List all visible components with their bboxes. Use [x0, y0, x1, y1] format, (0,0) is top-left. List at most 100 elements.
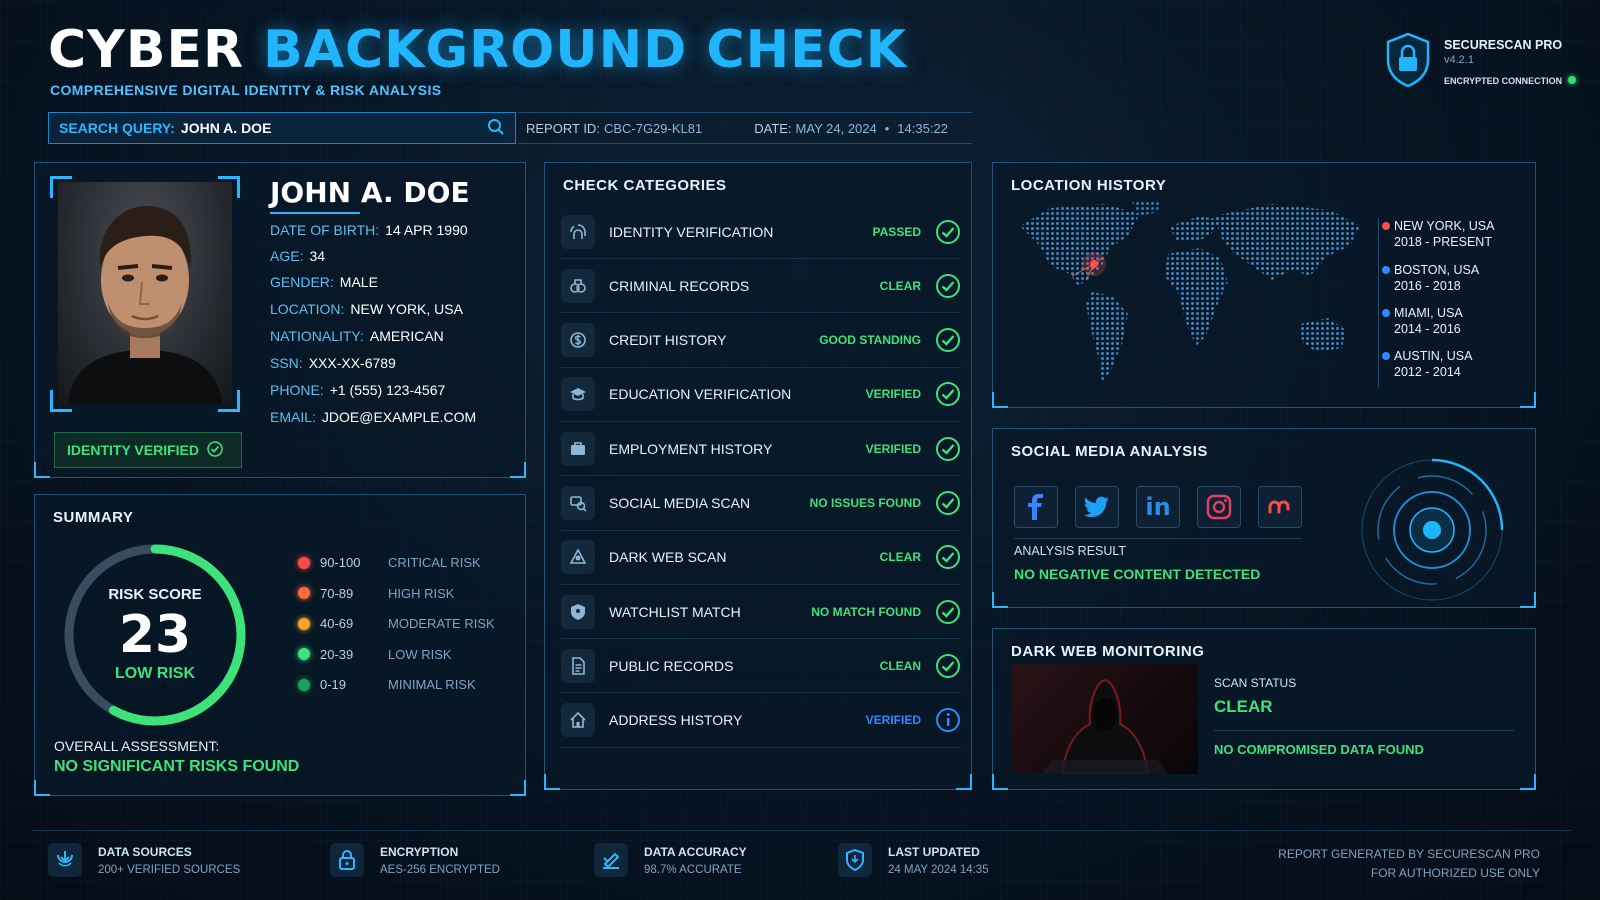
- risk-score-value: 23: [118, 605, 192, 665]
- legend-range: 70-89: [320, 585, 354, 601]
- check-status: CLEAR: [879, 278, 921, 293]
- legend-name: HIGH RISK: [388, 585, 455, 601]
- summary-title: SUMMARY: [53, 509, 134, 526]
- linkedin-icon[interactable]: in: [1136, 486, 1180, 528]
- report-date-label: DATE:: [754, 120, 792, 136]
- check-circle-icon: [935, 653, 961, 679]
- footer-authorized: FOR AUTHORIZED USE ONLY: [1370, 866, 1540, 880]
- database-icon: [48, 843, 82, 877]
- name-underline: [270, 212, 360, 214]
- check-status: CLEAR: [879, 550, 921, 565]
- check-row-identity-verification[interactable]: IDENTITY VERIFICATION PASSED: [561, 205, 961, 259]
- check-row-address-history[interactable]: ADDRESS HISTORY VERIFIED: [561, 694, 961, 748]
- field-key: EMAIL:: [270, 409, 316, 425]
- location-city: NEW YORK, USA: [1394, 219, 1495, 233]
- location-dot-icon: [1382, 352, 1390, 360]
- check-name: ADDRESS HISTORY: [609, 712, 743, 729]
- field-value: JDOE@EXAMPLE.COM: [321, 409, 477, 425]
- twitter-icon[interactable]: [1075, 486, 1119, 528]
- field-key: NATIONALITY:: [270, 328, 364, 344]
- profile-field-location: LOCATION: NEW YORK, USA: [270, 301, 463, 317]
- check-name: EMPLOYMENT HISTORY: [609, 440, 773, 457]
- check-row-public-records[interactable]: PUBLIC RECORDS CLEAN: [561, 639, 961, 694]
- check-name: IDENTITY VERIFICATION: [609, 223, 774, 240]
- dark-web-title: DARK WEB MONITORING: [1011, 643, 1205, 660]
- location-years: 2018 - PRESENT: [1394, 235, 1492, 249]
- check-row-dark-web-scan[interactable]: DARK WEB SCAN CLEAR: [561, 531, 961, 585]
- footer-sub: 98.7% ACCURATE: [644, 864, 742, 876]
- location-timeline-line: [1378, 218, 1379, 388]
- hacker-image: [1012, 664, 1198, 774]
- page-subtitle: COMPREHENSIVE DIGITAL IDENTITY & RISK AN…: [50, 82, 442, 98]
- search-input[interactable]: JOHN A. DOE: [181, 120, 487, 136]
- risk-legend-row: 0-19 MINIMAL RISK: [298, 677, 476, 692]
- check-row-criminal-records[interactable]: CRIMINAL RECORDS CLEAR: [561, 259, 961, 314]
- legend-name: CRITICAL RISK: [388, 555, 481, 570]
- location-years: 2016 - 2018: [1394, 279, 1461, 293]
- field-key: AGE:: [270, 248, 304, 264]
- check-circle-icon: [935, 327, 961, 353]
- badge-icon: [561, 594, 595, 629]
- location-city: AUSTIN, USA: [1394, 349, 1473, 363]
- profile-field-ssn: SSN: XXX-XX-6789: [270, 355, 396, 371]
- check-row-employment-history[interactable]: EMPLOYMENT HISTORY VERIFIED: [561, 422, 961, 477]
- check-circle-icon: [207, 440, 223, 460]
- identity-verified-badge: IDENTITY VERIFIED: [54, 432, 242, 468]
- check-row-social-media-scan[interactable]: SOCIAL MEDIA SCAN NO ISSUES FOUND: [561, 477, 961, 531]
- check-row-watchlist-match[interactable]: WATCHLIST MATCH NO MATCH FOUND: [561, 585, 961, 640]
- report-date-value: MAY 24, 2024: [795, 120, 877, 136]
- legend-range: 90-100: [320, 555, 361, 570]
- location-item: NEW YORK, USA 2018 - PRESENT: [1382, 218, 1495, 250]
- location-item: AUSTIN, USA 2012 - 2014: [1382, 348, 1473, 380]
- check-row-credit-history[interactable]: CREDIT HISTORY GOOD STANDING: [561, 314, 961, 368]
- legend-dot-icon: [298, 556, 310, 569]
- corner-bracket: [50, 390, 72, 412]
- check-circle-icon: [935, 381, 961, 407]
- field-value: NEW YORK, USA: [350, 301, 463, 317]
- check-circle-icon: [935, 273, 961, 299]
- profile-name: JOHN A. DOE: [270, 176, 470, 209]
- location-dot-icon: [1382, 309, 1390, 317]
- legend-dot-icon: [298, 648, 310, 660]
- other-social-icon[interactable]: [1258, 486, 1302, 528]
- check-categories-title: CHECK CATEGORIES: [563, 177, 727, 194]
- footer-sub: 200+ VERIFIED SOURCES: [98, 864, 241, 876]
- footer: DATA SOURCES 200+ VERIFIED SOURCES ENCRY…: [32, 830, 1572, 890]
- risk-score-label: RISK SCORE: [108, 586, 202, 603]
- world-map: [1020, 200, 1360, 382]
- corner-bracket: [218, 176, 240, 198]
- footer-title: DATA SOURCES: [98, 845, 192, 859]
- legend-range: 20-39: [320, 646, 354, 662]
- search-bar[interactable]: SEARCH QUERY: JOHN A. DOE: [48, 112, 516, 144]
- check-name: WATCHLIST MATCH: [609, 603, 741, 620]
- connection-label: ENCRYPTED CONNECTION: [1444, 76, 1563, 86]
- search-icon[interactable]: [487, 118, 505, 139]
- corner-bracket: [50, 176, 72, 198]
- legend-name: LOW RISK: [388, 646, 452, 662]
- check-circle-icon: [935, 490, 961, 516]
- title-word-1: CYBER: [48, 20, 245, 80]
- field-key: GENDER:: [270, 274, 334, 290]
- profile-field-nationality: NATIONALITY: AMERICAN: [270, 328, 444, 344]
- location-years: 2012 - 2014: [1394, 365, 1461, 379]
- profile-field-age: AGE: 34: [270, 248, 325, 264]
- location-city: BOSTON, USA: [1394, 263, 1480, 277]
- dollar-icon: [561, 323, 595, 358]
- risk-level-label: LOW RISK: [115, 665, 195, 682]
- legend-name: MINIMAL RISK: [388, 677, 476, 692]
- profile-photo: [58, 182, 232, 404]
- legend-name: MODERATE RISK: [388, 616, 495, 631]
- check-status: CLEAN: [879, 658, 921, 673]
- check-row-education-verification[interactable]: EDUCATION VERIFICATION VERIFIED: [561, 368, 961, 422]
- field-value: MALE: [339, 274, 378, 290]
- briefcase-icon: [561, 431, 595, 466]
- facebook-icon[interactable]: [1014, 486, 1058, 528]
- field-key: DATE OF BIRTH:: [270, 222, 380, 238]
- brand-version: v4.2.1: [1444, 54, 1474, 66]
- check-circle-icon: [935, 544, 961, 570]
- risk-legend-row: 90-100 CRITICAL RISK: [298, 555, 481, 570]
- instagram-icon[interactable]: [1197, 486, 1241, 528]
- legend-dot-icon: [298, 617, 310, 630]
- house-icon: [561, 703, 595, 738]
- footer-generated-by: REPORT GENERATED BY SECURESCAN PRO: [1278, 847, 1540, 861]
